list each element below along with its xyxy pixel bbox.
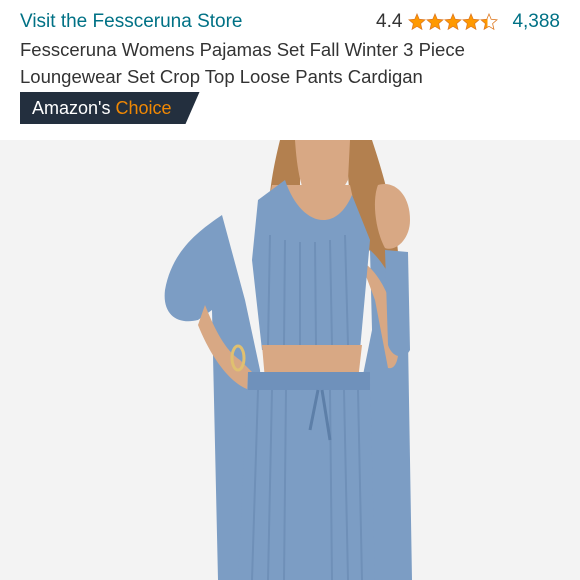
product-photo <box>164 140 412 580</box>
sleeve-right <box>385 250 410 357</box>
star-full-icon <box>444 13 463 31</box>
badge-label: Amazon's <box>32 97 111 118</box>
review-count-link[interactable]: 4,388 <box>512 11 560 33</box>
badge-body: Amazon's Choice <box>20 92 200 124</box>
badge-accent: Choice <box>115 97 172 118</box>
product-image[interactable] <box>0 140 580 580</box>
product-title: Fessceruna Womens Pajamas Set Fall Winte… <box>20 39 465 87</box>
rating-summary[interactable]: 4.4 4,388 <box>376 11 560 33</box>
star-full-icon <box>462 13 481 31</box>
store-link[interactable]: Visit the Fessceruna Store <box>20 11 242 33</box>
star-full-icon <box>426 13 445 31</box>
star-rating[interactable] <box>408 13 499 31</box>
rating-value: 4.4 <box>376 11 403 32</box>
star-full-icon <box>408 13 427 31</box>
amazons-choice-badge: Amazon's Choice <box>20 92 200 124</box>
header-row: Visit the Fessceruna Store 4.4 4,388 <box>20 8 560 36</box>
star-partial-icon <box>480 13 499 31</box>
waistband <box>248 372 370 390</box>
